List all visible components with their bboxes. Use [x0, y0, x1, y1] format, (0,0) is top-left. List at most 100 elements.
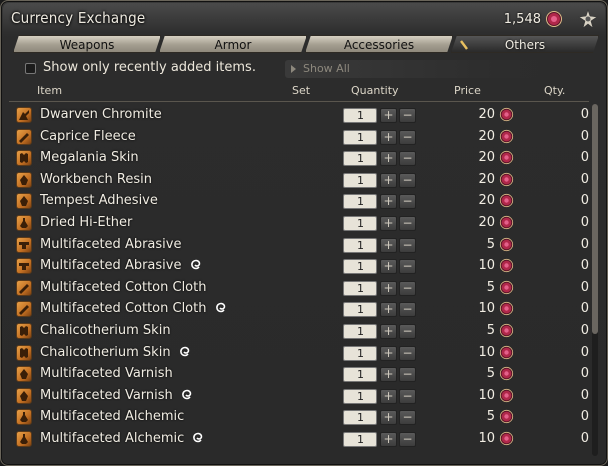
- tab-others[interactable]: Others: [451, 35, 599, 53]
- quantity-decrease-button[interactable]: −: [399, 172, 416, 188]
- owned-qty: 0: [580, 128, 589, 144]
- item-name-text: Workbench Resin: [40, 171, 152, 187]
- quantity-increase-button[interactable]: +: [380, 215, 397, 231]
- quantity-field[interactable]: 1: [343, 410, 377, 426]
- tab-armor[interactable]: Armor: [159, 35, 307, 53]
- list-item[interactable]: Multifaceted Alchemic 1 + − 5 0: [9, 406, 589, 428]
- list-item[interactable]: Dwarven Chromite 1 + − 20 0: [9, 104, 589, 126]
- quantity-decrease-button[interactable]: −: [399, 367, 416, 383]
- tab-label: Armor: [214, 38, 252, 52]
- col-header-quantity: Quantity: [351, 84, 399, 97]
- quantity-increase-button[interactable]: +: [380, 237, 397, 253]
- list-item[interactable]: Multifaceted Abrasive 1 + − 5 0: [9, 234, 589, 256]
- quantity-decrease-button[interactable]: −: [399, 345, 416, 361]
- quantity-decrease-button[interactable]: −: [399, 323, 416, 339]
- quantity-field[interactable]: 1: [343, 194, 377, 210]
- quantity-increase-button[interactable]: +: [380, 151, 397, 167]
- list-item[interactable]: Workbench Resin 1 + − 20 0: [9, 169, 589, 191]
- item-name: Dwarven Chromite: [40, 107, 162, 122]
- quantity-increase-button[interactable]: +: [380, 108, 397, 123]
- quantity-field[interactable]: 1: [343, 151, 377, 167]
- quantity-increase-button[interactable]: +: [380, 259, 397, 275]
- quantity-field[interactable]: 1: [343, 108, 377, 123]
- quantity-decrease-button[interactable]: −: [399, 259, 416, 275]
- quantity-increase-button[interactable]: +: [380, 345, 397, 361]
- tab-label: Others: [504, 38, 546, 52]
- dropdown-arrow-icon: [291, 65, 296, 73]
- owned-qty: 0: [580, 107, 589, 122]
- column-headers: Item Set Quantity Price Qty.: [11, 81, 601, 101]
- quantity-increase-button[interactable]: +: [380, 172, 397, 188]
- quantity-increase-button[interactable]: +: [380, 367, 397, 383]
- show-all-dropdown[interactable]: Show All: [285, 60, 585, 78]
- quantity-field[interactable]: 1: [343, 345, 377, 361]
- cloth-icon: [16, 279, 32, 296]
- quantity-field[interactable]: 1: [343, 280, 377, 296]
- item-name: Chalicotherium Skin: [40, 323, 171, 338]
- list-item[interactable]: Megalania Skin 1 + − 20 0: [9, 147, 589, 169]
- seal-currency-icon: [499, 323, 514, 338]
- filter-row: Show only recently added items. Show All: [25, 60, 585, 78]
- quantity-field[interactable]: 1: [343, 431, 377, 447]
- list-item[interactable]: Multifaceted Cotton Cloth 1 + − 5 0: [9, 277, 589, 299]
- quantity-increase-button[interactable]: +: [380, 302, 397, 318]
- quantity-increase-button[interactable]: +: [380, 129, 397, 145]
- quantity-increase-button[interactable]: +: [380, 410, 397, 426]
- quantity-field[interactable]: 1: [343, 367, 377, 383]
- list-item[interactable]: Chalicotherium Skin 1 + − 5 0: [9, 320, 589, 342]
- list-item[interactable]: Dried Hi-Ether 1 + − 20 0: [9, 212, 589, 234]
- tab-accessories[interactable]: Accessories: [305, 35, 453, 53]
- item-price: 10: [478, 430, 495, 446]
- quantity-increase-button[interactable]: +: [380, 280, 397, 296]
- owned-qty: 0: [580, 301, 589, 317]
- quantity-increase-button[interactable]: +: [380, 388, 397, 404]
- quantity-field[interactable]: 1: [343, 215, 377, 231]
- recent-items-checkbox[interactable]: [25, 63, 36, 74]
- quantity-decrease-button[interactable]: −: [399, 194, 416, 210]
- quantity-decrease-button[interactable]: −: [399, 280, 416, 296]
- item-name-text: Dried Hi-Ether: [40, 214, 133, 230]
- scrollbar-thumb[interactable]: [592, 104, 598, 334]
- list-item[interactable]: Caprice Fleece 1 + − 20 0: [9, 126, 589, 148]
- list-item[interactable]: Multifaceted Abrasive 1 + − 10 0: [9, 255, 589, 277]
- quantity-decrease-button[interactable]: −: [399, 388, 416, 404]
- quantity-field[interactable]: 1: [343, 302, 377, 318]
- quantity-field[interactable]: 1: [343, 172, 377, 188]
- quantity-field[interactable]: 1: [343, 323, 377, 339]
- quantity-increase-button[interactable]: +: [380, 431, 397, 447]
- config-icon[interactable]: [577, 8, 599, 30]
- item-price: 20: [478, 214, 495, 230]
- scrollbar[interactable]: [592, 104, 598, 456]
- recent-items-label[interactable]: Show only recently added items.: [43, 60, 256, 75]
- title-bar[interactable]: Currency Exchange 1,548: [3, 3, 605, 33]
- seal-currency-icon: [499, 129, 514, 143]
- quantity-decrease-button[interactable]: −: [399, 431, 416, 447]
- list-item[interactable]: Multifaceted Cotton Cloth 1 + − 10 0: [9, 298, 589, 320]
- quantity-field[interactable]: 1: [343, 259, 377, 275]
- quantity-field[interactable]: 1: [343, 388, 377, 404]
- quantity-field[interactable]: 1: [343, 129, 377, 145]
- quantity-decrease-button[interactable]: −: [399, 302, 416, 318]
- list-item[interactable]: Multifaceted Alchemic 1 + − 10 0: [9, 428, 589, 450]
- header-divider: [9, 101, 589, 102]
- quantity-field[interactable]: 1: [343, 237, 377, 253]
- abrasive-icon: [16, 258, 32, 275]
- quantity-decrease-button[interactable]: −: [399, 215, 416, 231]
- item-name: Multifaceted Abrasive: [40, 258, 201, 273]
- list-item[interactable]: Multifaceted Varnish 1 + − 10 0: [9, 385, 589, 407]
- quantity-decrease-button[interactable]: −: [399, 237, 416, 253]
- quantity-decrease-button[interactable]: −: [399, 410, 416, 426]
- quantity-decrease-button[interactable]: −: [399, 151, 416, 167]
- quantity-decrease-button[interactable]: −: [399, 108, 416, 123]
- tab-weapons[interactable]: Weapons: [13, 35, 161, 53]
- window-title: Currency Exchange: [11, 9, 146, 27]
- list-item[interactable]: Tempest Adhesive 1 + − 20 0: [9, 190, 589, 212]
- quantity-decrease-button[interactable]: −: [399, 129, 416, 145]
- quantity-increase-button[interactable]: +: [380, 323, 397, 339]
- skin-icon: [16, 150, 32, 167]
- list-item[interactable]: Chalicotherium Skin 1 + − 10 0: [9, 342, 589, 364]
- owned-qty: 0: [580, 366, 589, 382]
- quantity-increase-button[interactable]: +: [380, 194, 397, 210]
- list-item[interactable]: Multifaceted Varnish 1 + − 5 0: [9, 363, 589, 385]
- item-name: Chalicotherium Skin: [40, 345, 190, 360]
